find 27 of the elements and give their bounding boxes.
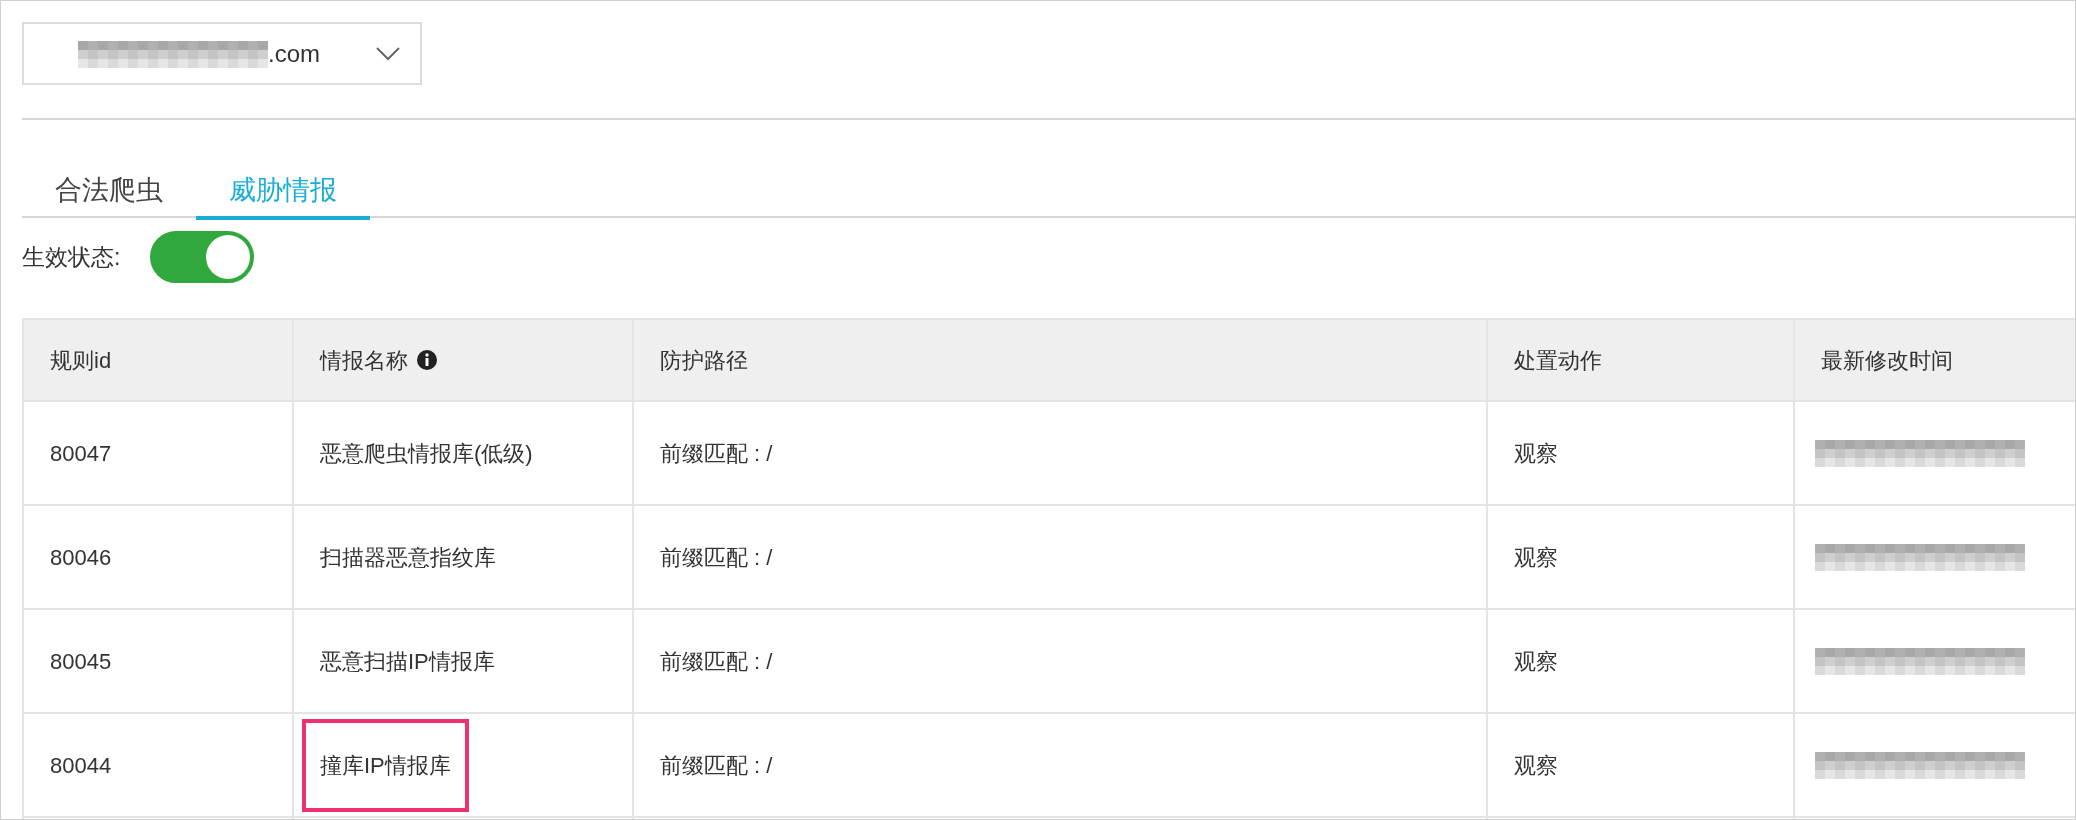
domain-select[interactable]: .com [22,22,422,85]
column-header: 防护路径 [660,346,748,375]
table-cell-text: 观察 [1514,751,1558,780]
table-cell-text: 80047 [50,439,112,468]
table-cell-text: 前缀匹配 : / [660,439,773,468]
table-cell-text: 前缀匹配 : / [660,543,773,572]
table-cell-text: 80046 [50,543,112,572]
table-cell-text: 扫描器恶意指纹库 [320,543,496,572]
chevron-down-icon [376,46,400,61]
table-cell-text: 前缀匹配 : / [660,751,773,780]
table-cell-text: 观察 [1514,543,1558,572]
table-cell-text: 观察 [1514,439,1558,468]
column-header: 情报名称 [320,346,408,375]
table-cell-text: 80044 [50,751,112,780]
table-cell-text: 恶意爬虫情报库(低级) [320,439,533,468]
column-header: 处置动作 [1514,346,1602,375]
domain-text: .com [268,38,320,69]
column-header: 规则id [50,346,112,375]
table-cell-text: 前缀匹配 : / [660,647,773,676]
tab[interactable]: 合法爬虫 [22,165,196,220]
table-cell-text: 观察 [1514,647,1558,676]
table-cell-text: 恶意扫描IP情报库 [320,647,495,676]
toggle-switch[interactable] [150,231,254,283]
toggle-label: 生效状态: [22,242,122,272]
highlighted-cell-text: 撞库IP情报库 [302,718,469,812]
column-header: 最新修改时间 [1821,346,1953,375]
table-cell-text: 80045 [50,647,112,676]
